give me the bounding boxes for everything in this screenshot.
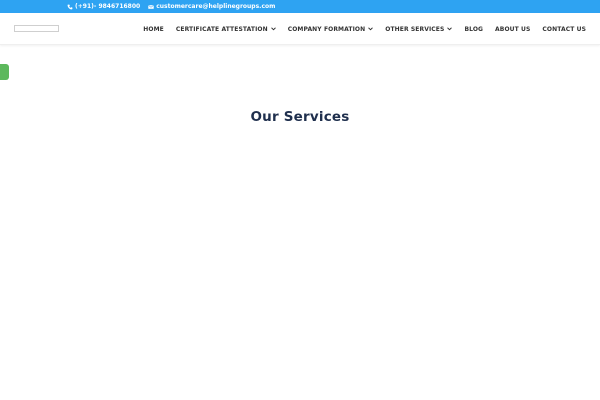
nav-item-label: BLOG: [464, 25, 484, 33]
floating-side-tab[interactable]: [0, 64, 9, 80]
email-address: customercare@helplinegroups.com: [156, 3, 276, 10]
nav-item-contact-us[interactable]: CONTACT US: [542, 26, 586, 33]
site-header: HOME CERTIFICATE ATTESTATION COMPANY FOR…: [0, 13, 600, 45]
nav-item-label: CERTIFICATE ATTESTATION: [175, 25, 268, 33]
main-navigation: HOME CERTIFICATE ATTESTATION COMPANY FOR…: [143, 13, 586, 45]
phone-icon: [67, 4, 73, 9]
chevron-down-icon: [447, 27, 453, 31]
nav-item-label: ABOUT US: [495, 25, 531, 33]
chevron-down-icon: [270, 27, 276, 31]
nav-item-blog[interactable]: BLOG: [464, 26, 483, 33]
nav-item-label: HOME: [143, 25, 164, 33]
phone-number: (+91)- 9846716800: [75, 3, 141, 10]
chevron-down-icon: [368, 27, 374, 31]
section-title: Our Services: [250, 109, 350, 125]
envelope-icon: [148, 4, 155, 9]
nav-item-label: OTHER SERVICES: [385, 25, 445, 33]
nav-item-label: CONTACT US: [542, 25, 586, 33]
site-logo[interactable]: [14, 25, 59, 32]
nav-item-company-formation[interactable]: COMPANY FORMATION: [288, 26, 374, 33]
nav-item-home[interactable]: HOME: [143, 26, 164, 33]
top-contact-bar: (+91)- 9846716800 customercare@helplineg…: [0, 0, 600, 13]
nav-item-label: COMPANY FORMATION: [287, 25, 366, 33]
phone-contact[interactable]: (+91)- 9846716800: [67, 3, 140, 10]
email-contact[interactable]: customercare@helplinegroups.com: [148, 3, 275, 10]
nav-item-other-services[interactable]: OTHER SERVICES: [385, 25, 453, 33]
nav-item-certificate-attestation[interactable]: CERTIFICATE ATTESTATION: [176, 26, 276, 33]
nav-item-about-us[interactable]: ABOUT US: [495, 26, 530, 33]
